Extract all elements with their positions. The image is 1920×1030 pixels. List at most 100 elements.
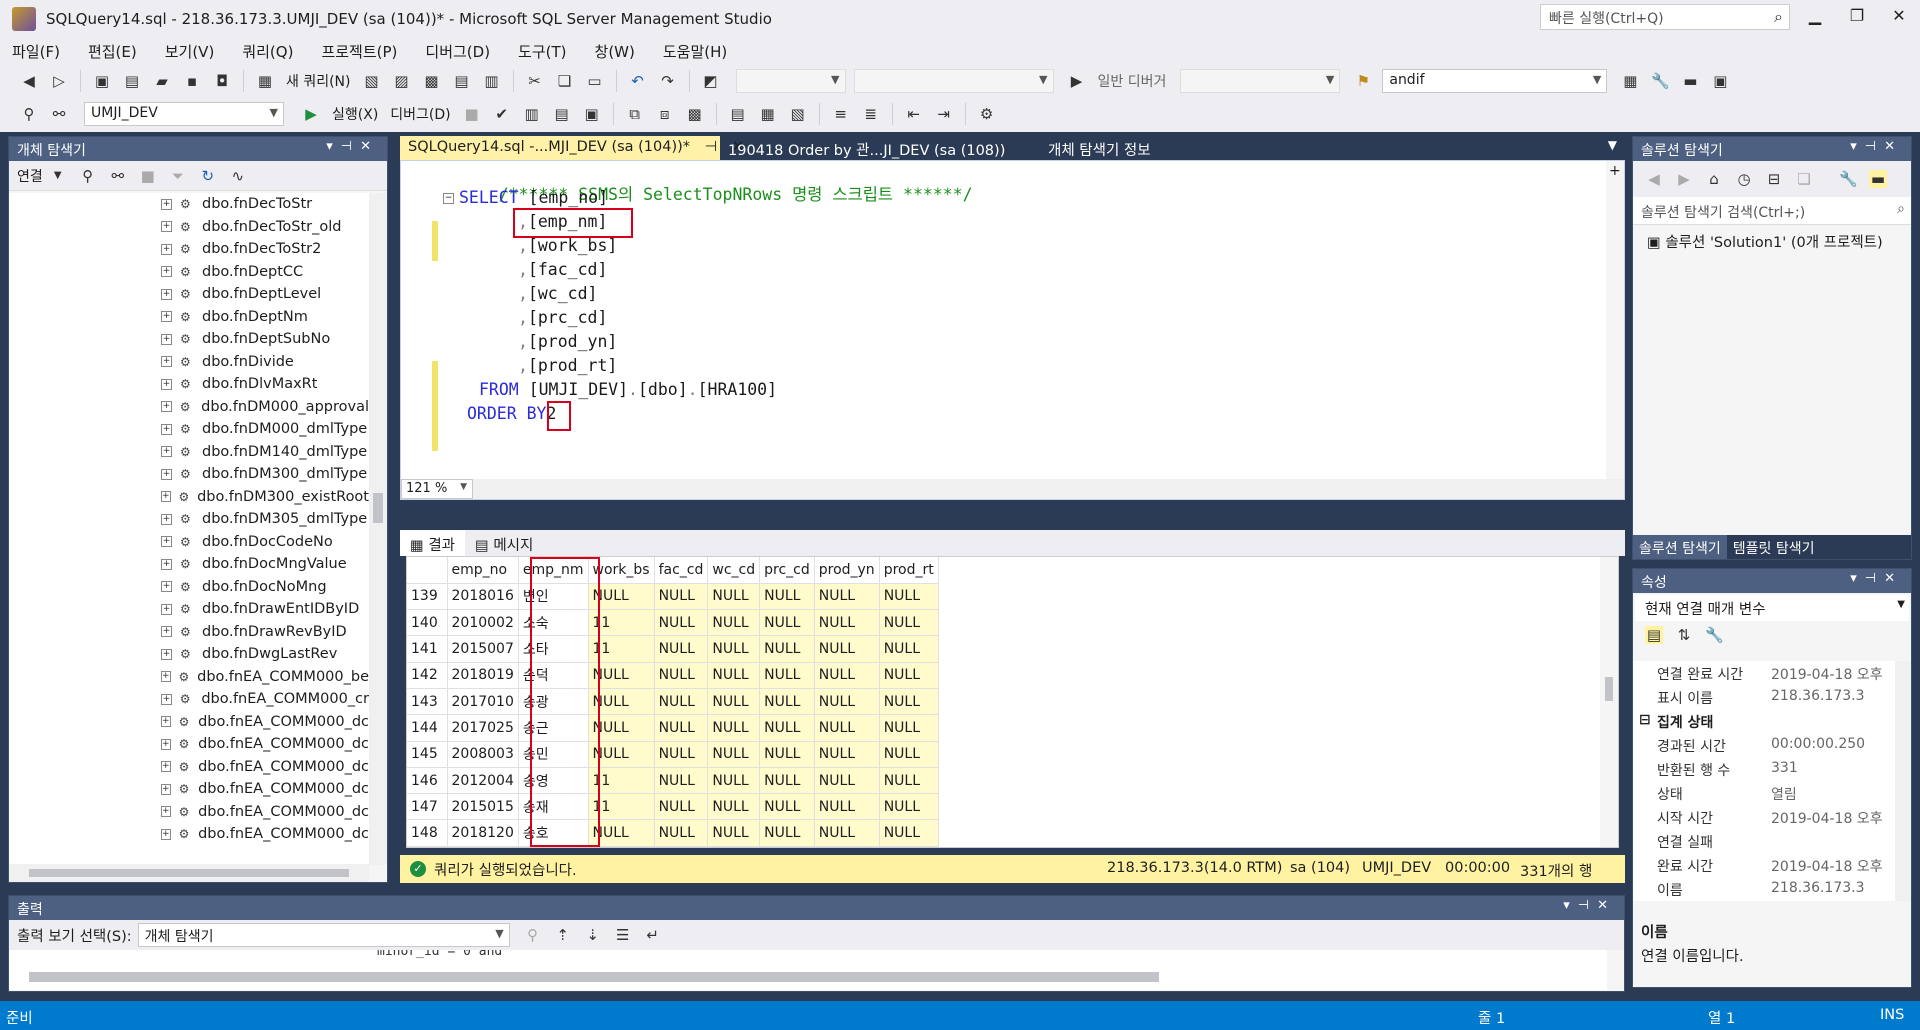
back-icon[interactable]: ◀ bbox=[1645, 170, 1663, 188]
menu-view[interactable]: 보기(V) bbox=[165, 41, 215, 62]
column-header[interactable]: fac_cd bbox=[654, 557, 709, 584]
table-cell[interactable]: NULL bbox=[654, 714, 709, 742]
window-layout-icon[interactable]: ▣ bbox=[1711, 72, 1729, 90]
table-row[interactable]: 139 2018016 변인 NULL NULL NULL NULL NULL NULL bbox=[407, 583, 939, 611]
expand-icon[interactable]: + bbox=[161, 761, 171, 773]
pin-icon[interactable]: ⊣ bbox=[705, 139, 718, 155]
tab-object-explorer-details[interactable]: 개체 탐색기 정보 bbox=[1040, 136, 1159, 160]
table-cell[interactable]: NULL bbox=[759, 741, 815, 768]
tree-item-function[interactable]: + ⚙ dbo.fnDM300_dmlType bbox=[9, 463, 369, 486]
expand-icon[interactable]: + bbox=[161, 671, 171, 683]
parse-icon[interactable]: ✔ bbox=[493, 105, 511, 123]
tree-item-function[interactable]: + ⚙ dbo.fnEA_COMM000_dc bbox=[9, 711, 369, 734]
table-cell[interactable]: NULL bbox=[707, 819, 761, 847]
query-designer-icon[interactable]: ▤ bbox=[553, 105, 571, 123]
expand-icon[interactable]: + bbox=[161, 581, 172, 593]
database-combo[interactable]: UMJI_DEV ▼ bbox=[84, 102, 284, 126]
wrench-icon[interactable]: 🔧 bbox=[1839, 170, 1858, 188]
table-cell[interactable]: NULL bbox=[814, 714, 880, 742]
undo-icon[interactable]: ↶ bbox=[629, 72, 647, 90]
alphabetical-icon[interactable]: ⇅ bbox=[1675, 626, 1693, 644]
table-row[interactable]: 142 2018019 손덕 NULL NULL NULL NULL NULL NULL bbox=[407, 662, 939, 689]
find-combo[interactable]: andif ▼ bbox=[1382, 69, 1608, 93]
save-icon[interactable]: ▪ bbox=[183, 72, 201, 90]
table-cell[interactable]: NULL bbox=[707, 688, 761, 716]
expand-icon[interactable]: + bbox=[161, 626, 172, 638]
table-cell[interactable]: NULL bbox=[654, 819, 709, 847]
show-all-icon[interactable]: ❏ bbox=[1795, 170, 1813, 188]
expand-icon[interactable]: + bbox=[161, 648, 172, 660]
cut-icon[interactable]: ✂ bbox=[526, 72, 544, 90]
tree-item-function[interactable]: + ⚙ dbo.fnDocCodeNo bbox=[9, 531, 369, 554]
expand-icon[interactable]: + bbox=[161, 356, 172, 368]
sql-editor[interactable]: − /****** SSMS의 SelectTopNRows 명령 스크립트 *… bbox=[400, 160, 1625, 500]
table-cell[interactable]: NULL bbox=[707, 583, 761, 611]
table-cell[interactable]: NULL bbox=[759, 714, 815, 742]
solution-config-combo[interactable]: ▼ bbox=[735, 69, 846, 93]
property-row[interactable]: 이름 218.36.173.3 bbox=[1633, 877, 1895, 901]
tab-dropdown-icon[interactable]: ▼ bbox=[1608, 138, 1617, 152]
clear-all-icon[interactable]: ☰ bbox=[614, 926, 632, 944]
toolbox-icon[interactable]: ▬ bbox=[1681, 72, 1699, 90]
table-cell[interactable]: NULL bbox=[654, 635, 709, 663]
tree-item-function[interactable]: + ⚙ dbo.fnEA_COMM000_dc bbox=[9, 801, 369, 824]
menu-query[interactable]: 쿼리(Q) bbox=[242, 41, 293, 62]
table-cell[interactable]: 2008003 bbox=[447, 741, 519, 768]
intellisense-icon[interactable]: ▣ bbox=[583, 105, 601, 123]
table-cell[interactable]: NULL bbox=[707, 609, 761, 637]
table-cell[interactable]: 2010002 bbox=[447, 609, 519, 637]
debug-button[interactable]: 디버그(D) bbox=[390, 104, 450, 124]
execute-button[interactable]: 실행(X) bbox=[332, 104, 378, 124]
results-grid[interactable]: emp_no emp_nm work_bs fac_cd wc_cd prc_cd prod… bbox=[406, 556, 1619, 848]
table-cell[interactable]: NULL bbox=[707, 741, 761, 768]
client-stats-icon[interactable]: ▩ bbox=[686, 105, 704, 123]
table-cell[interactable]: NULL bbox=[814, 793, 880, 821]
menu-window[interactable]: 창(W) bbox=[595, 41, 635, 62]
solution-platform-combo[interactable]: ▼ bbox=[853, 69, 1054, 93]
mdx-query-icon[interactable]: ▨ bbox=[393, 72, 411, 90]
expand-icon[interactable]: + bbox=[161, 828, 171, 840]
tree-item-function[interactable]: + ⚙ dbo.fnDM140_dmlType bbox=[9, 441, 369, 464]
scroll-thumb[interactable] bbox=[29, 869, 349, 877]
object-explorer-hscroll[interactable] bbox=[9, 864, 369, 882]
tree-item-function[interactable]: + ⚙ dbo.fnDecToStr2 bbox=[9, 238, 369, 261]
properties-vscroll[interactable] bbox=[1895, 661, 1911, 901]
tab-190418-order-by[interactable]: 190418 Order by 관...JI_DEV (sa (108)) bbox=[720, 136, 1013, 160]
back-icon[interactable]: ◀ bbox=[20, 72, 38, 90]
tab-messages[interactable]: ▤ 메시지 bbox=[465, 530, 543, 556]
activity-icon[interactable]: ∿ bbox=[229, 167, 247, 185]
column-header[interactable]: prc_cd bbox=[759, 557, 815, 584]
table-cell[interactable]: NULL bbox=[879, 635, 939, 663]
expand-icon[interactable]: + bbox=[161, 716, 171, 728]
property-section[interactable]: ⊟ 집계 상태 bbox=[1633, 709, 1895, 733]
menu-project[interactable]: 프로젝트(P) bbox=[321, 41, 397, 62]
tree-item-function[interactable]: + ⚙ dbo.fnDM305_dmlType bbox=[9, 508, 369, 531]
table-cell[interactable]: NULL bbox=[814, 609, 880, 637]
table-cell[interactable]: NULL bbox=[654, 583, 709, 611]
new-project-icon[interactable]: ▣ bbox=[93, 72, 111, 90]
tree-item-function[interactable]: + ⚙ dbo.fnDeptLevel bbox=[9, 283, 369, 306]
tree-item-function[interactable]: + ⚙ dbo.fnEA_COMM000_dc bbox=[9, 778, 369, 801]
collapse-icon[interactable]: ⊟ bbox=[1639, 712, 1651, 728]
table-cell[interactable]: NULL bbox=[759, 793, 815, 821]
change-connection-icon[interactable]: ⚯ bbox=[50, 105, 68, 123]
column-header[interactable]: wc_cd bbox=[707, 557, 761, 584]
expand-icon[interactable]: + bbox=[161, 783, 171, 795]
tree-item-function[interactable]: + ⚙ dbo.fnDlvMaxRt bbox=[9, 373, 369, 396]
minimize-button[interactable]: ▁ bbox=[1800, 6, 1830, 30]
paste-icon[interactable]: ▭ bbox=[586, 72, 604, 90]
attach-debugger-icon[interactable]: ▶ bbox=[1068, 72, 1086, 90]
menu-tools[interactable]: 도구(T) bbox=[518, 41, 566, 62]
dmx-query-icon[interactable]: ▩ bbox=[423, 72, 441, 90]
column-header[interactable]: prod_rt bbox=[879, 557, 939, 584]
xmla-query-icon[interactable]: ▤ bbox=[453, 72, 471, 90]
table-cell[interactable]: NULL bbox=[814, 741, 880, 768]
column-header[interactable]: prod_yn bbox=[814, 557, 880, 584]
table-cell[interactable]: 2015015 bbox=[447, 793, 519, 821]
solution-node[interactable]: ▣ 솔루션 'Solution1' (0개 프로젝트) bbox=[1647, 231, 1883, 252]
table-cell[interactable]: 2018019 bbox=[447, 662, 519, 689]
forward-icon[interactable]: ▶ bbox=[1675, 170, 1693, 188]
activity-monitor-icon[interactable]: ◩ bbox=[702, 72, 720, 90]
connect-plug-icon[interactable]: ⚲ bbox=[79, 167, 97, 185]
properties-object-combo[interactable]: 현재 연결 매개 변수 ▼ bbox=[1635, 595, 1909, 621]
